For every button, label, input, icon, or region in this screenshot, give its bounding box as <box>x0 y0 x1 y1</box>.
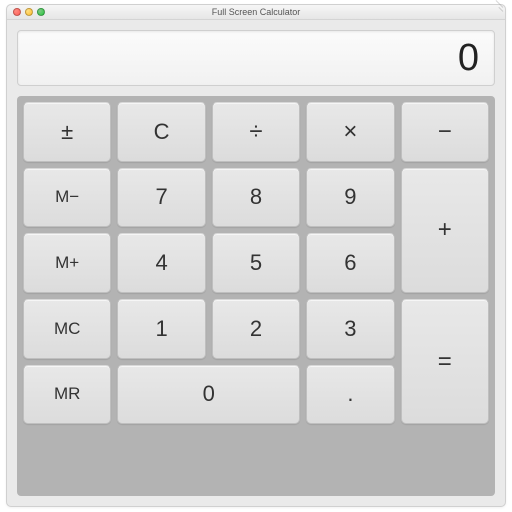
keypad: ± C ÷ × − M− 7 8 9 + M+ 4 5 6 MC 1 2 <box>17 96 495 496</box>
equals-button[interactable]: = <box>401 299 489 424</box>
resize-icon[interactable] <box>493 7 503 17</box>
eight-button[interactable]: 8 <box>212 168 300 228</box>
calculator-body: 0 ± C ÷ × − M− 7 8 9 + M+ 4 5 6 MC <box>7 20 505 506</box>
plus-button[interactable]: + <box>401 168 489 293</box>
six-button[interactable]: 6 <box>306 233 394 293</box>
four-button[interactable]: 4 <box>117 233 205 293</box>
display: 0 <box>17 30 495 86</box>
divide-button[interactable]: ÷ <box>212 102 300 162</box>
nine-button[interactable]: 9 <box>306 168 394 228</box>
decimal-button[interactable]: . <box>306 365 394 425</box>
window-title: Full Screen Calculator <box>7 7 505 17</box>
memory-recall-button[interactable]: MR <box>23 365 111 425</box>
zero-button[interactable]: 0 <box>117 365 300 425</box>
seven-button[interactable]: 7 <box>117 168 205 228</box>
window-controls <box>7 8 45 16</box>
one-button[interactable]: 1 <box>117 299 205 359</box>
two-button[interactable]: 2 <box>212 299 300 359</box>
memory-plus-button[interactable]: M+ <box>23 233 111 293</box>
app-window: Full Screen Calculator 0 ± C ÷ × − M− 7 … <box>6 4 506 507</box>
minus-button[interactable]: − <box>401 102 489 162</box>
clear-button[interactable]: C <box>117 102 205 162</box>
three-button[interactable]: 3 <box>306 299 394 359</box>
memory-minus-button[interactable]: M− <box>23 168 111 228</box>
memory-clear-button[interactable]: MC <box>23 299 111 359</box>
five-button[interactable]: 5 <box>212 233 300 293</box>
plus-minus-button[interactable]: ± <box>23 102 111 162</box>
zoom-icon[interactable] <box>37 8 45 16</box>
close-icon[interactable] <box>13 8 21 16</box>
minimize-icon[interactable] <box>25 8 33 16</box>
titlebar: Full Screen Calculator <box>7 5 505 20</box>
multiply-button[interactable]: × <box>306 102 394 162</box>
